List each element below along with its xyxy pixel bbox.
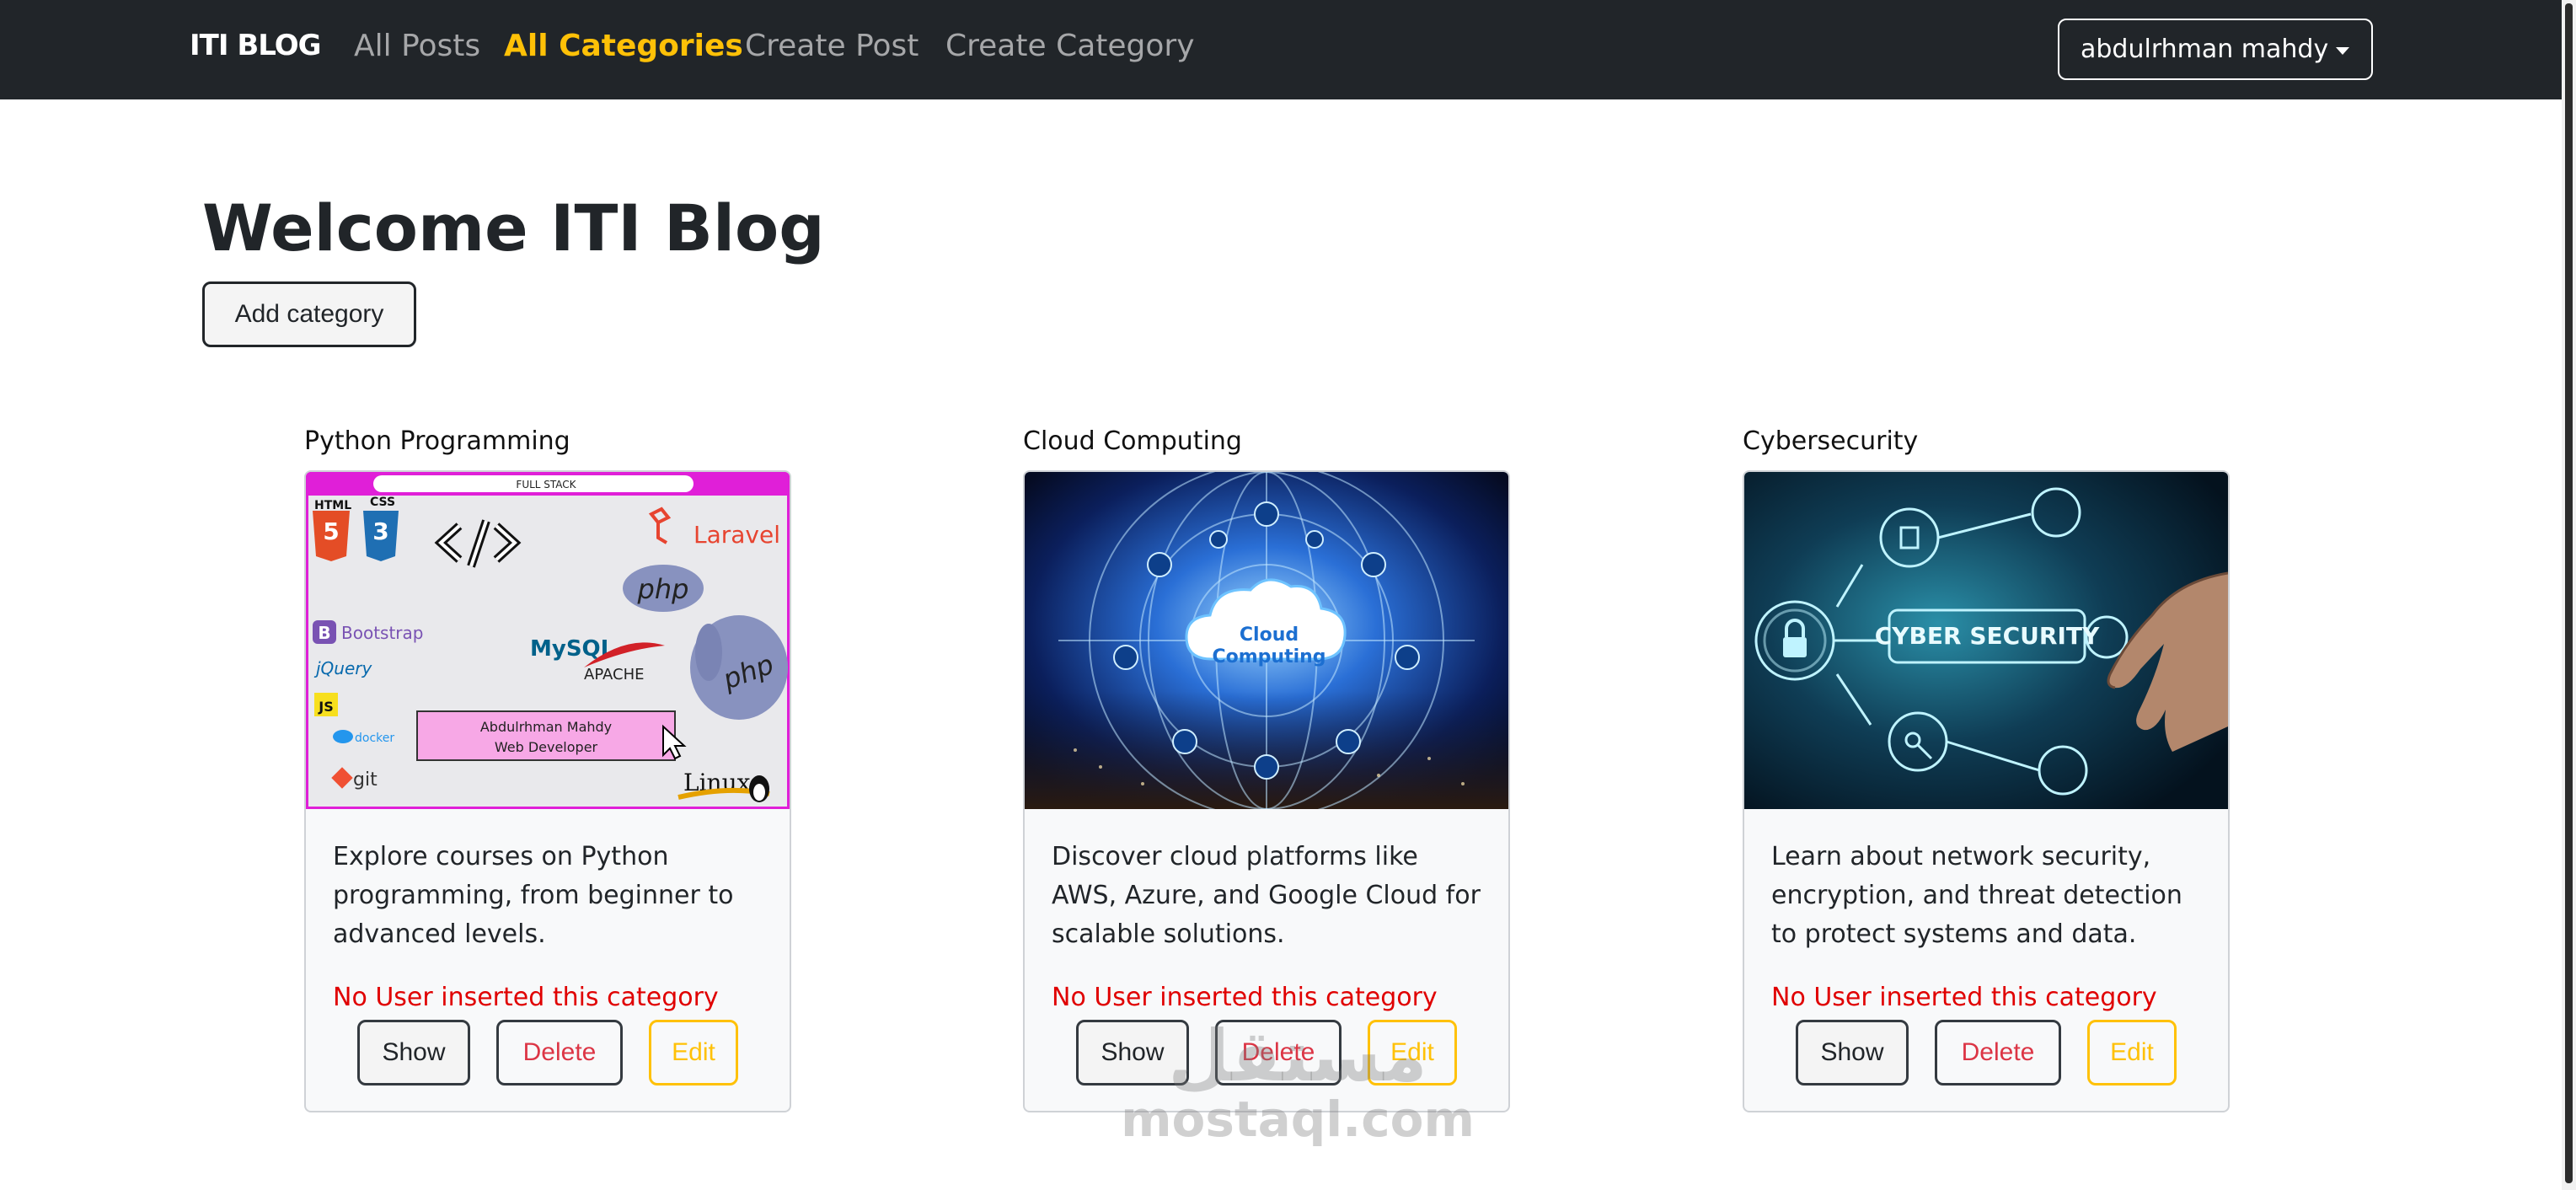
svg-text:5: 5 (323, 517, 339, 545)
edit-button[interactable]: Edit (2087, 1020, 2177, 1085)
svg-text:CSS: CSS (370, 496, 395, 509)
delete-button[interactable]: Delete (496, 1020, 623, 1085)
cyber-security-hud-image: CYBER SECURITY (1744, 472, 2228, 809)
svg-text:HTML: HTML (314, 499, 351, 512)
svg-text:docker: docker (355, 732, 394, 745)
svg-text:Abdulrhman Mahdy: Abdulrhman Mahdy (480, 719, 612, 735)
category-card: FULL STACK 5 HTML 3 CSS Laravel php B Bo… (304, 470, 791, 1112)
add-category-button[interactable]: Add category (202, 281, 416, 347)
category-description: Explore courses on Python programming, f… (333, 842, 734, 949)
svg-text:git: git (353, 769, 378, 791)
svg-text:Cloud: Cloud (1240, 624, 1299, 646)
caret-down-icon (2336, 47, 2349, 55)
nav-create-category[interactable]: Create Category (945, 29, 1195, 63)
show-button[interactable]: Show (1076, 1020, 1189, 1085)
delete-button[interactable]: Delete (1215, 1020, 1342, 1085)
web-technologies-collage-image: FULL STACK 5 HTML 3 CSS Laravel php B Bo… (306, 472, 790, 809)
show-button[interactable]: Show (1796, 1020, 1909, 1085)
delete-button[interactable]: Delete (1935, 1020, 2061, 1085)
svg-text:Bootstrap: Bootstrap (341, 623, 423, 643)
brand-logo[interactable]: ITI BLOG (190, 29, 322, 62)
category-title: Cybersecurity (1743, 426, 1919, 456)
category-description: Learn about network security, encryption… (1771, 842, 2182, 949)
svg-text:Laravel: Laravel (694, 521, 780, 549)
edit-button[interactable]: Edit (1368, 1020, 1457, 1085)
svg-text:php: php (637, 573, 689, 605)
svg-text:CYBER SECURITY: CYBER SECURITY (1875, 622, 2100, 650)
category-title: Python Programming (304, 426, 570, 456)
page-title: Welcome ITI Blog (202, 190, 825, 265)
svg-text:JS: JS (318, 699, 333, 715)
nav-all-posts[interactable]: All Posts (354, 29, 480, 63)
nav-all-categories[interactable]: All Categories (504, 29, 743, 63)
category-owner-text: No User inserted this category (1052, 983, 1438, 1012)
top-navbar: ITI BLOG All Posts All Categories Create… (0, 0, 2562, 99)
category-title: Cloud Computing (1023, 426, 1242, 456)
svg-text:FULL STACK: FULL STACK (516, 479, 576, 490)
svg-text:Web Developer: Web Developer (495, 739, 598, 755)
show-button[interactable]: Show (357, 1020, 470, 1085)
cloud-network-globe-image: Cloud Computing (1025, 472, 1508, 809)
svg-text:jQuery: jQuery (313, 658, 373, 678)
category-card: Cloud Computing Discover cloud platforms… (1023, 470, 1510, 1112)
svg-text:Computing: Computing (1212, 646, 1325, 667)
svg-text:3: 3 (372, 517, 388, 545)
scrollbar-thumb[interactable] (2565, 3, 2573, 1183)
category-card: CYBER SECURITY Learn about network secur… (1743, 470, 2230, 1112)
nav-create-post[interactable]: Create Post (745, 29, 918, 63)
edit-button[interactable]: Edit (649, 1020, 738, 1085)
category-description: Discover cloud platforms like AWS, Azure… (1052, 842, 1481, 949)
user-menu-label: abdulrhman mahdy (2081, 35, 2329, 64)
svg-text:B: B (318, 623, 330, 643)
category-owner-text: No User inserted this category (1771, 983, 2157, 1012)
category-owner-text: No User inserted this category (333, 983, 719, 1012)
svg-text:APACHE: APACHE (584, 666, 645, 683)
page-scrollbar[interactable] (2562, 0, 2576, 1190)
user-menu-dropdown[interactable]: abdulrhman mahdy (2058, 19, 2373, 80)
